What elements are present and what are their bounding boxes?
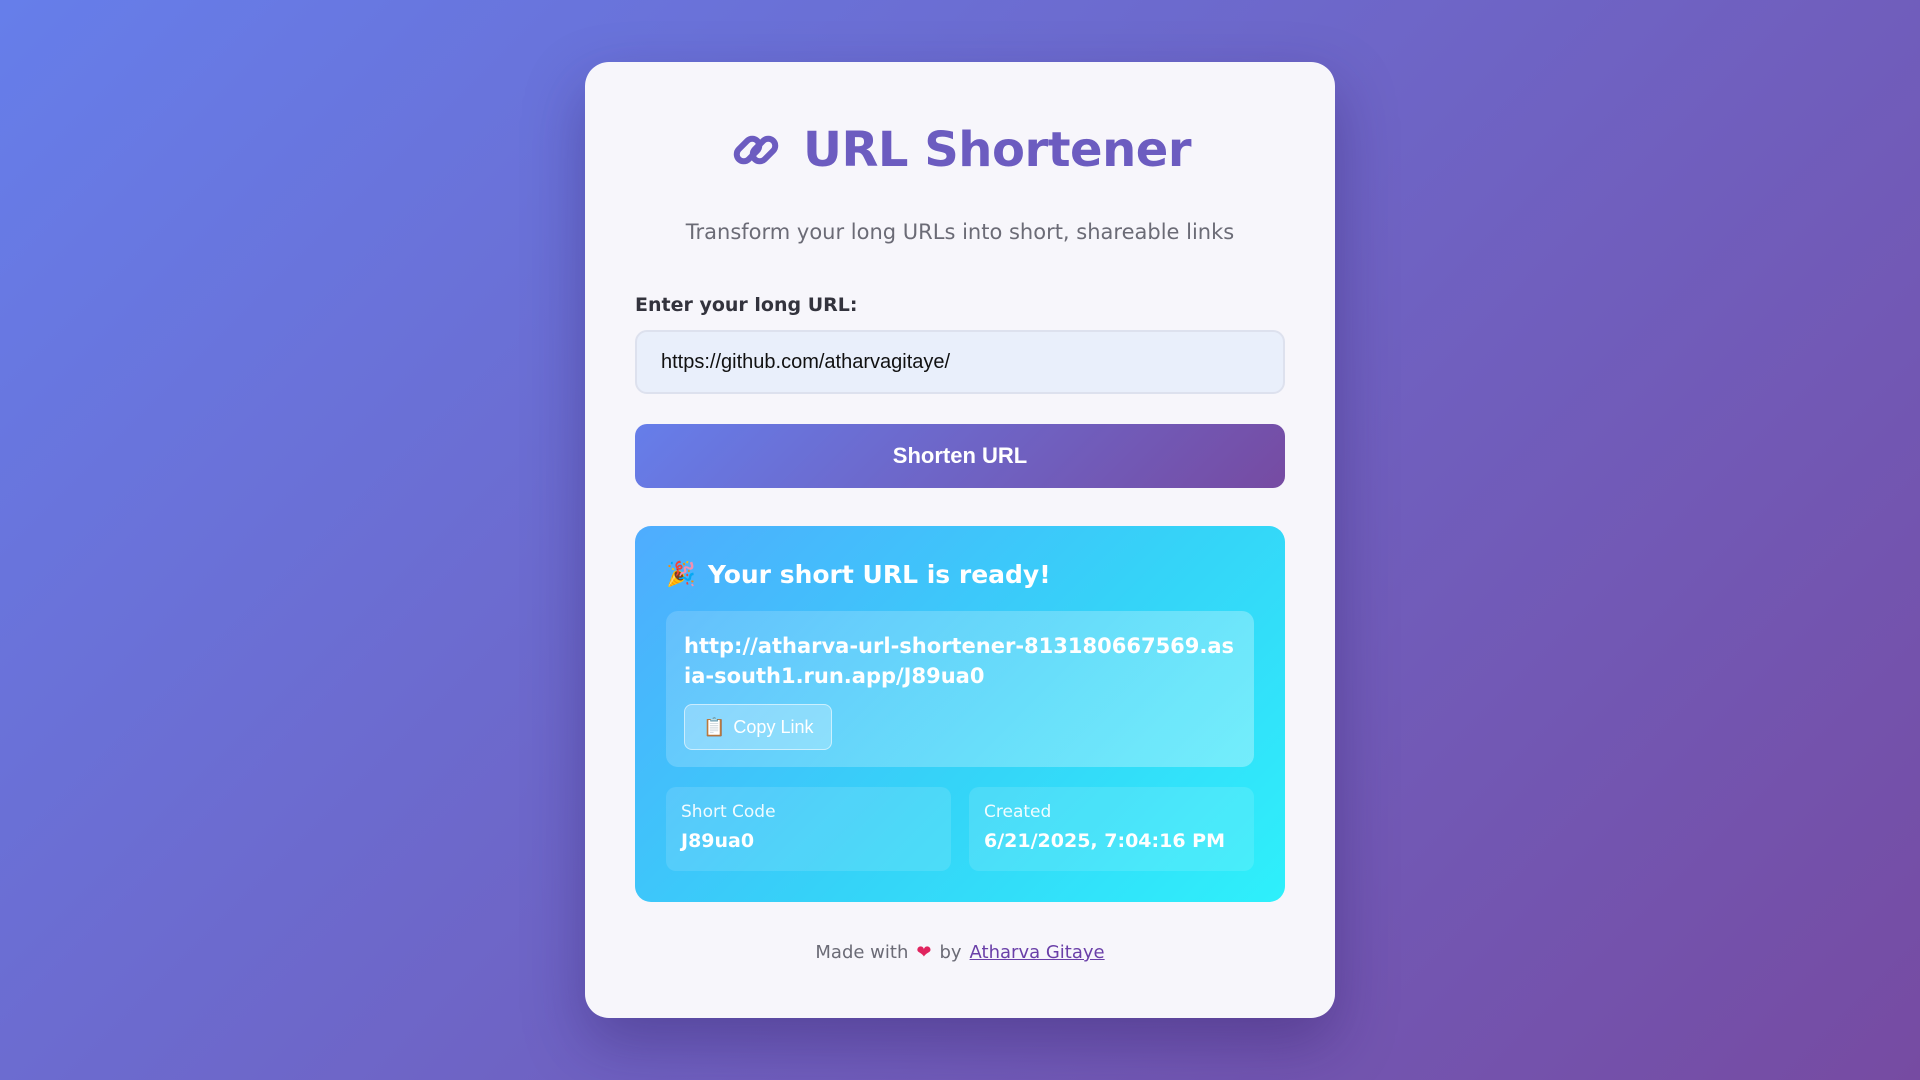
- result-title: Your short URL is ready!: [707, 559, 1051, 589]
- info-row: Short Code J89ua0 Created 6/21/2025, 7:0…: [666, 787, 1254, 871]
- shortener-card: URL Shortener Transform your long URLs i…: [585, 62, 1335, 1018]
- result-panel: 🎉 Your short URL is ready! http://atharv…: [635, 526, 1285, 902]
- short-code-value: J89ua0: [681, 830, 755, 852]
- copy-link-label: Copy Link: [733, 716, 814, 737]
- title-text: URL Shortener: [802, 122, 1192, 178]
- author-link[interactable]: Atharva Gitaye: [970, 942, 1105, 963]
- short-url-text[interactable]: http://atharva-url-shortener-81318066756…: [684, 631, 1236, 691]
- created-label: Created: [984, 802, 1052, 822]
- footer-by: by: [939, 942, 962, 963]
- link-icon: [729, 123, 783, 177]
- short-url-box: http://atharva-url-shortener-81318066756…: [666, 611, 1254, 767]
- created-box: Created 6/21/2025, 7:04:16 PM: [969, 787, 1254, 871]
- page-title: URL Shortener: [635, 118, 1285, 182]
- result-header: 🎉 Your short URL is ready!: [666, 558, 1254, 590]
- heart-icon: ❤: [916, 942, 932, 963]
- short-code-box: Short Code J89ua0: [666, 787, 951, 871]
- url-field-label: Enter your long URL:: [635, 294, 858, 316]
- footer-prefix: Made with: [815, 942, 909, 963]
- shorten-url-button[interactable]: Shorten URL: [635, 424, 1285, 488]
- copy-link-button[interactable]: 📋 Copy Link: [684, 704, 833, 750]
- subtitle: Transform your long URLs into short, sha…: [685, 220, 1235, 244]
- footer: Made with ❤ by Atharva Gitaye: [635, 942, 1285, 963]
- created-value: 6/21/2025, 7:04:16 PM: [984, 830, 1225, 852]
- long-url-input[interactable]: [635, 330, 1285, 394]
- clipboard-icon: 📋: [703, 716, 726, 737]
- short-code-label: Short Code: [681, 802, 776, 822]
- party-popper-icon: 🎉: [666, 560, 696, 588]
